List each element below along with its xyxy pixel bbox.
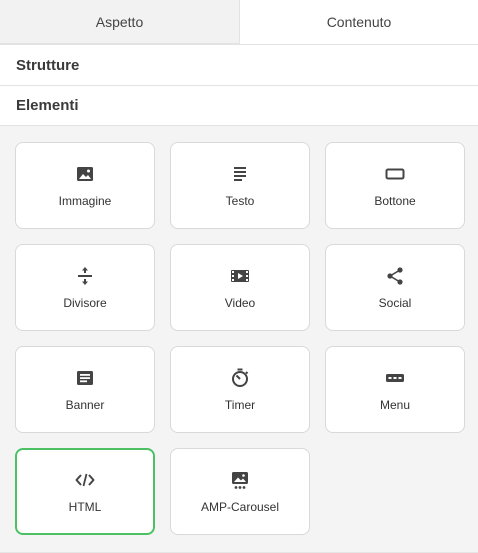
element-card-immagine[interactable]: Immagine bbox=[15, 142, 155, 229]
element-label: HTML bbox=[68, 500, 102, 514]
element-label: Banner bbox=[65, 398, 105, 412]
element-card-bottone[interactable]: Bottone bbox=[325, 142, 465, 229]
element-card-divisore[interactable]: Divisore bbox=[15, 244, 155, 331]
element-card-menu[interactable]: Menu bbox=[325, 346, 465, 433]
timer-icon bbox=[229, 367, 251, 389]
element-label: Testo bbox=[225, 194, 255, 208]
tab-bar: Aspetto Contenuto bbox=[0, 0, 478, 44]
element-label: Timer bbox=[224, 398, 256, 412]
element-label: Immagine bbox=[58, 194, 112, 208]
video-icon bbox=[229, 265, 251, 287]
button-icon bbox=[384, 163, 406, 185]
element-card-banner[interactable]: Banner bbox=[15, 346, 155, 433]
share-icon bbox=[384, 265, 406, 287]
element-card-amp-carousel[interactable]: AMP-Carousel bbox=[170, 448, 310, 535]
element-card-html[interactable]: HTML bbox=[15, 448, 155, 535]
tab-contenuto[interactable]: Contenuto bbox=[239, 0, 478, 44]
carousel-icon bbox=[229, 469, 251, 491]
image-icon bbox=[74, 163, 96, 185]
element-card-timer[interactable]: Timer bbox=[170, 346, 310, 433]
section-elements[interactable]: Elementi bbox=[0, 85, 478, 126]
section-structures-label: Strutture bbox=[16, 56, 80, 74]
editor-panel: Aspetto Contenuto Strutture Elementi Imm… bbox=[0, 0, 478, 553]
element-card-social[interactable]: Social bbox=[325, 244, 465, 331]
divider-icon bbox=[74, 265, 96, 287]
element-label: Video bbox=[224, 296, 256, 310]
code-icon bbox=[74, 469, 96, 491]
element-label: AMP-Carousel bbox=[200, 500, 280, 514]
menu-icon bbox=[384, 367, 406, 389]
element-label: Bottone bbox=[374, 194, 416, 208]
element-label: Menu bbox=[379, 398, 411, 412]
text-icon bbox=[229, 163, 251, 185]
element-card-testo[interactable]: Testo bbox=[170, 142, 310, 229]
section-elements-label: Elementi bbox=[16, 97, 79, 114]
element-card-video[interactable]: Video bbox=[170, 244, 310, 331]
banner-icon bbox=[74, 367, 96, 389]
element-label: Social bbox=[378, 296, 412, 310]
tab-aspetto[interactable]: Aspetto bbox=[0, 0, 239, 44]
elements-grid: Immagine Testo Bottone Divisore Video So… bbox=[0, 126, 478, 535]
section-structures[interactable]: Strutture bbox=[0, 44, 478, 85]
element-label: Divisore bbox=[63, 296, 107, 310]
